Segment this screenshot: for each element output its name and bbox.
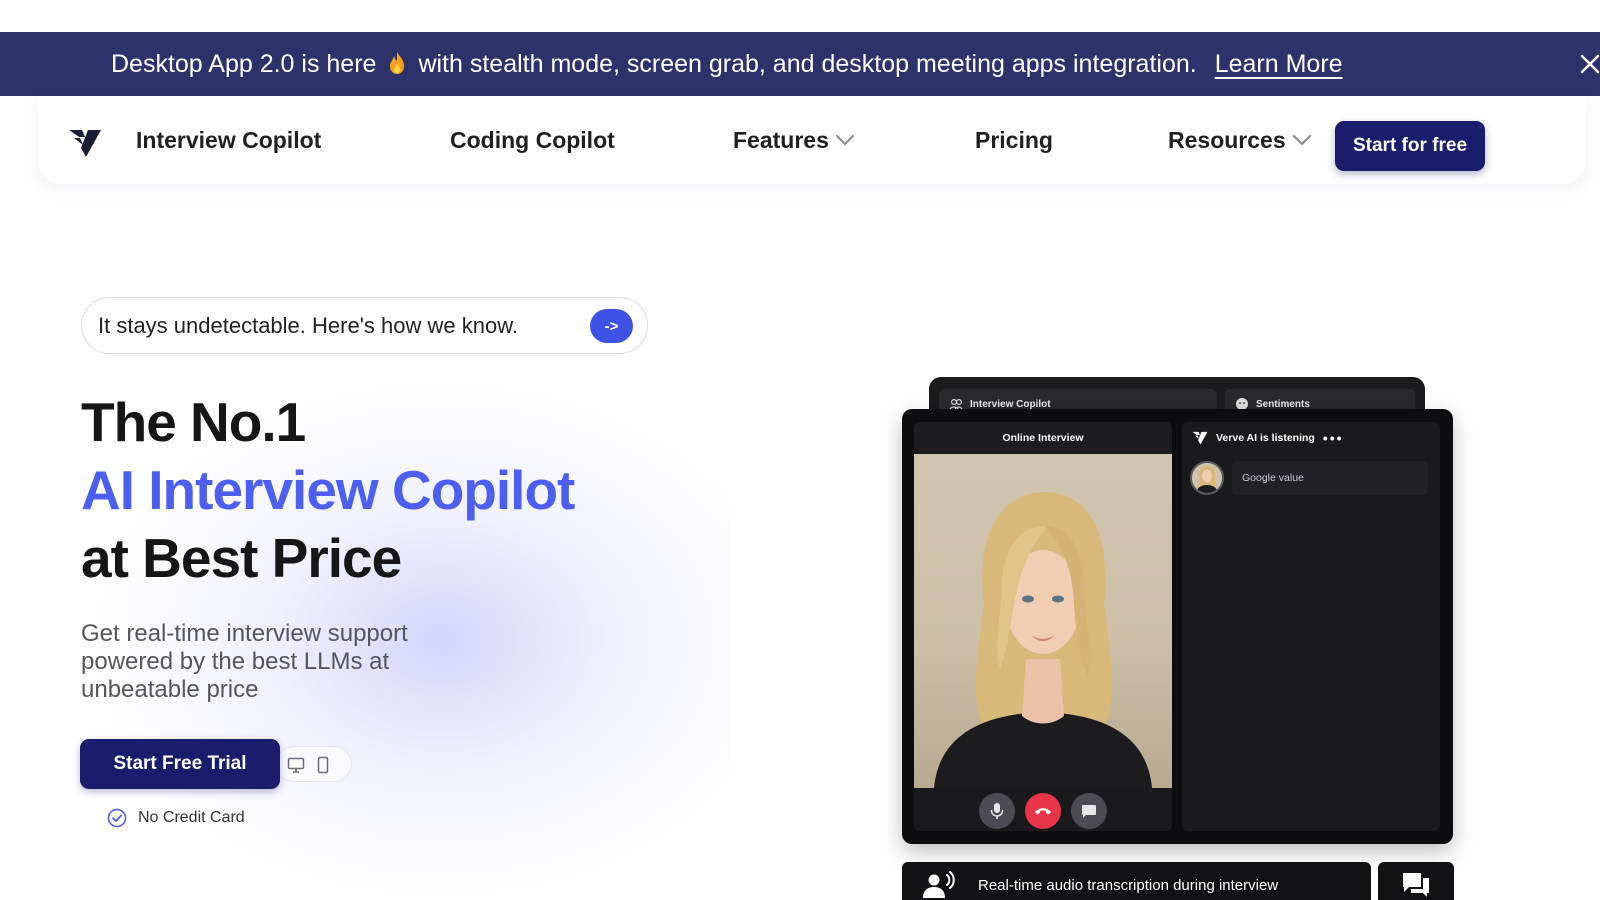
chat-toggle[interactable] [1378,862,1454,900]
nav-coding-copilot[interactable]: Coding Copilot [450,96,615,184]
nav-coding-copilot-label: Coding Copilot [450,126,615,153]
chat-message: Google value [1190,459,1430,497]
caption-text: Real-time audio transcription during int… [978,876,1279,894]
hero-title-line-1: The No.1 [81,391,306,453]
hero-title-line-2: AI Interview Copilot [81,459,575,521]
undetectable-pill[interactable]: It stays undetectable. Here's how we kno… [81,297,648,354]
pill-text: It stays undetectable. Here's how we kno… [98,312,518,338]
nav-pricing[interactable]: Pricing [975,96,1053,184]
chevron-down-icon [1292,134,1311,146]
mic-icon [990,803,1004,819]
mockup-tab1-label: Interview Copilot [970,398,1051,410]
transcription-caption: Real-time audio transcription during int… [902,862,1371,900]
online-interview-panel: Online Interview [914,422,1172,831]
hero-subtitle: Get real-time interview support powered … [81,620,408,703]
main-nav: Interview Copilot Coding Copilot Feature… [38,96,1586,184]
chevron-down-icon [835,134,854,146]
nav-features[interactable]: Features [733,96,855,184]
end-call-button[interactable] [1025,793,1061,829]
speaking-person-icon [923,871,955,898]
desktop-icon [287,757,305,773]
platform-icons [276,746,352,782]
nav-features-label: Features [733,126,829,153]
announcement-text-start: Desktop App 2.0 is here [111,49,377,78]
nav-resources-label: Resources [1168,126,1286,153]
online-interview-title: Online Interview [1002,432,1084,444]
announcement-bar: Desktop App 2.0 is here with stealth mod… [0,32,1600,96]
no-credit-card-label: No Credit Card [138,809,245,826]
verve-logo-icon[interactable] [68,128,102,158]
avatar [1190,461,1224,495]
nav-resources[interactable]: Resources [1168,96,1312,184]
typing-dots-icon: ••• [1322,430,1344,446]
chat-button[interactable] [1071,793,1107,829]
verve-ai-panel: Verve AI is listening ••• Google value [1182,422,1440,831]
chat-bubbles-icon [1403,873,1429,897]
no-credit-card-note: No Credit Card [107,807,245,829]
call-controls [914,788,1172,831]
start-for-free-button[interactable]: Start for free [1335,121,1485,171]
hero-title-line-3: at Best Price [81,527,402,589]
chat-icon [1082,804,1096,818]
message-text: Google value [1232,461,1428,495]
close-icon[interactable] [1578,52,1600,76]
hang-up-icon [1035,808,1051,815]
announcement-text-end: with stealth mode, screen grab, and desk… [418,49,1197,78]
nav-interview-copilot[interactable]: Interview Copilot [136,96,321,184]
fire-icon [390,52,405,74]
top-strip [0,0,1600,32]
verve-ai-status: Verve AI is listening [1216,432,1315,444]
arrow-right-button[interactable]: -> [590,309,633,343]
start-free-trial-button[interactable]: Start Free Trial [80,739,280,789]
mobile-icon [317,756,329,774]
interviewer-illustration [934,492,1152,788]
mockup-window: Online Interview Verve AI is listening •… [902,409,1453,844]
learn-more-link[interactable]: Learn More [1215,50,1343,79]
verve-ai-header: Verve AI is listening ••• [1192,422,1344,454]
interview-video [914,454,1172,788]
mockup-tab2-label: Sentiments [1256,398,1310,410]
nav-interview-copilot-label: Interview Copilot [136,126,322,153]
nav-pricing-label: Pricing [975,126,1053,153]
mic-button[interactable] [979,793,1015,829]
verve-logo-icon [1192,431,1208,445]
check-circle-icon [107,808,127,828]
